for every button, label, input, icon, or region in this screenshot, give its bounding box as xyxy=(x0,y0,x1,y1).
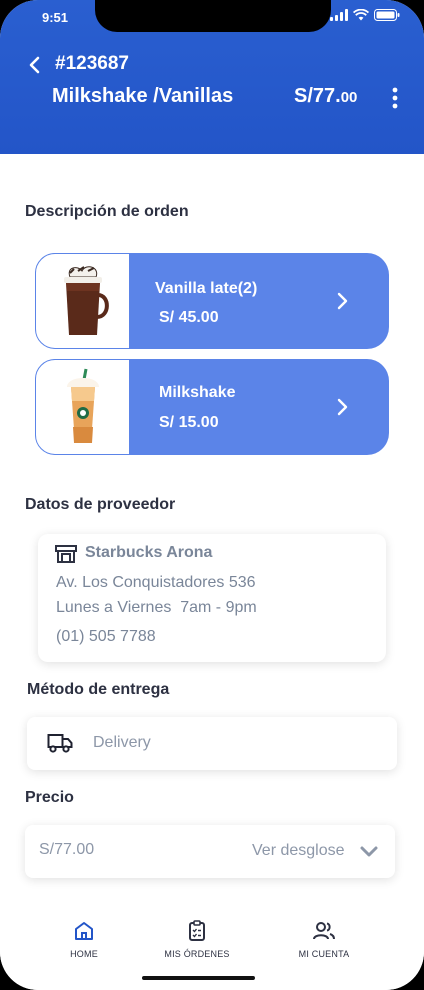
item-image xyxy=(35,253,130,349)
chevron-down-icon[interactable] xyxy=(359,845,379,859)
tab-my-orders-label: MIS ÓRDENES xyxy=(164,949,230,959)
item-name: Milkshake xyxy=(159,384,236,401)
order-description-label: Descripción de orden xyxy=(25,203,189,220)
chevron-right-icon xyxy=(337,292,348,310)
view-breakdown-link[interactable]: Ver desglose xyxy=(252,842,345,860)
delivery-method-selector[interactable]: Delivery xyxy=(27,717,397,770)
delivery-method-label: Método de entrega xyxy=(27,681,170,698)
provider-phone[interactable]: (01) 505 7788 xyxy=(56,628,156,646)
clipboard-list-icon xyxy=(189,920,205,941)
price-amount: S/77.00 xyxy=(39,841,95,858)
order-header: 9:51 #123687 Milkshake /Vanillas S/77.00 xyxy=(0,0,424,154)
tab-my-orders[interactable]: MIS ÓRDENES xyxy=(142,910,252,970)
order-total-cents: 00 xyxy=(340,89,358,106)
home-icon xyxy=(75,922,93,940)
home-indicator xyxy=(142,976,255,980)
signal-icon xyxy=(330,9,348,21)
status-icons xyxy=(330,9,400,21)
item-image xyxy=(35,359,130,455)
chevron-right-icon xyxy=(337,398,348,416)
hot-chocolate-icon xyxy=(63,266,109,335)
store-icon xyxy=(55,545,77,563)
order-title: Milkshake /Vanillas xyxy=(52,85,234,107)
tab-home[interactable]: HOME xyxy=(29,910,139,970)
status-time: 9:51 xyxy=(42,10,69,25)
provider-address: Av. Los Conquistadores 536 xyxy=(56,574,256,591)
truck-icon xyxy=(47,734,73,753)
tab-my-account[interactable]: MI CUENTA xyxy=(269,910,379,970)
back-button[interactable] xyxy=(24,54,46,76)
wifi-icon xyxy=(353,9,369,21)
provider-name: Starbucks Arona xyxy=(85,544,213,561)
order-total-main: S/77. xyxy=(294,85,341,107)
provider-card: Starbucks Arona Av. Los Conquistadores 5… xyxy=(38,534,386,662)
order-id: #123687 xyxy=(55,53,129,74)
item-price: S/ 15.00 xyxy=(159,414,219,431)
device-notch xyxy=(95,0,331,32)
order-item-milkshake[interactable]: Milkshake S/ 15.00 xyxy=(35,359,389,455)
more-options-button[interactable] xyxy=(384,86,406,110)
order-item-vanilla-late[interactable]: Vanilla late(2) S/ 45.00 xyxy=(35,253,389,349)
item-name: Vanilla late(2) xyxy=(155,280,258,297)
phone-screen: 9:51 #123687 Milkshake /Vanillas S/77.00… xyxy=(0,0,424,990)
provider-data-label: Datos de proveedor xyxy=(25,496,176,513)
order-total: S/77.00 xyxy=(294,85,357,108)
price-label: Precio xyxy=(25,789,74,806)
users-icon xyxy=(313,922,335,940)
tab-my-account-label: MI CUENTA xyxy=(298,949,350,959)
delivery-method-value: Delivery xyxy=(93,734,151,751)
frappuccino-icon xyxy=(66,368,99,443)
battery-icon xyxy=(374,9,400,21)
price-card: S/77.00 Ver desglose xyxy=(25,825,395,878)
tab-home-label: HOME xyxy=(70,949,98,959)
provider-hours: Lunes a Viernes 7am - 9pm xyxy=(56,599,257,616)
item-price: S/ 45.00 xyxy=(159,309,219,326)
